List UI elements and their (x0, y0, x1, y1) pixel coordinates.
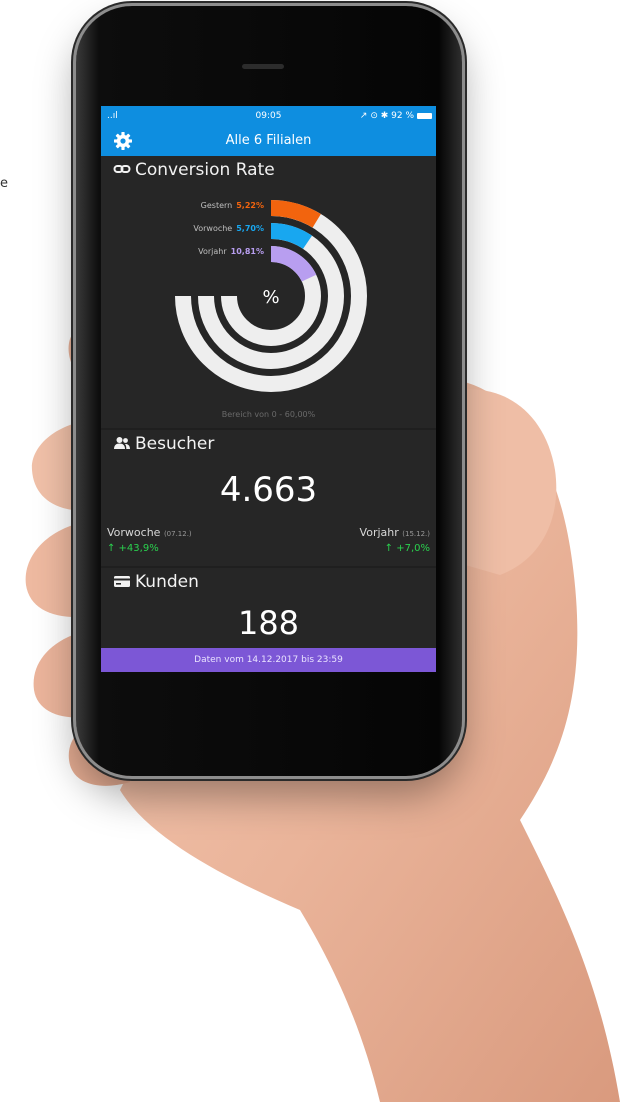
battery-icon (417, 113, 432, 119)
besucher-card[interactable]: Besucher 4.663 Vorwoche (07.12.) ↑ +43,9… (101, 430, 436, 566)
legend-value: 5,70% (236, 224, 264, 233)
nav-bar: Alle 6 Filialen (101, 126, 436, 156)
earpiece-speaker (242, 64, 284, 69)
legend-label: Vorjahr (198, 247, 227, 256)
legend-value: 10,81% (230, 247, 264, 256)
status-icons: ↗ ⊙ ✱ 92 % (359, 111, 414, 121)
compare-left-change: ↑ +43,9% (107, 543, 159, 554)
app-screen: ..ıl 09:05 ↗ ⊙ ✱ 92 % Alle 6 Filialen Co… (101, 106, 436, 672)
legend-vorjahr: Vorjahr 10,81% (198, 247, 264, 256)
conversion-rate-title: Conversion Rate (113, 160, 275, 180)
users-icon (114, 437, 130, 449)
besucher-value: 4.663 (219, 470, 318, 510)
legend-label: Vorwoche (193, 224, 233, 233)
compare-right-change: ↑ +7,0% (384, 543, 430, 554)
kunden-value: 188 (237, 604, 300, 642)
besucher-label: Besucher (135, 434, 215, 454)
data-timestamp-footer: Daten vom 14.12.2017 bis 23:59 (101, 648, 436, 672)
legend-value: 5,22% (236, 201, 264, 210)
ring-value-gestern (270, 200, 321, 228)
ring-value-vorwoche (270, 223, 313, 250)
range-note: Bereich von 0 - 60,00% (221, 410, 316, 419)
compare-right-date: (15.12.) (402, 530, 430, 538)
legend-label: Gestern (200, 201, 233, 210)
kunden-card[interactable]: Kunden 188 (101, 568, 436, 648)
percent-symbol: % (262, 287, 279, 308)
conversion-rate-label: Conversion Rate (135, 160, 275, 180)
legend-vorwoche: Vorwoche 5,70% (193, 224, 264, 233)
compare-left-date: (07.12.) (163, 530, 192, 538)
kunden-label: Kunden (135, 572, 199, 592)
compare-left-label: Vorwoche (07.12.) (107, 526, 192, 539)
link-icon (113, 165, 131, 173)
compare-left-text: Vorwoche (107, 526, 161, 539)
ring-value-vorjahr (270, 246, 317, 282)
credit-card-icon (114, 576, 130, 587)
legend-gestern: Gestern 5,22% (201, 201, 264, 210)
kunden-title: Kunden (113, 572, 199, 592)
status-bar: ..ıl 09:05 ↗ ⊙ ✱ 92 % (101, 106, 436, 126)
conversion-rate-card[interactable]: Conversion Rate % Gestern 5,22% Vorwoche 5… (101, 156, 436, 428)
compare-right-text: Vorjahr (359, 526, 399, 539)
nav-title[interactable]: Alle 6 Filialen (101, 133, 436, 148)
compare-right-label: Vorjahr (15.12.) (360, 526, 430, 539)
besucher-title: Besucher (113, 434, 214, 454)
